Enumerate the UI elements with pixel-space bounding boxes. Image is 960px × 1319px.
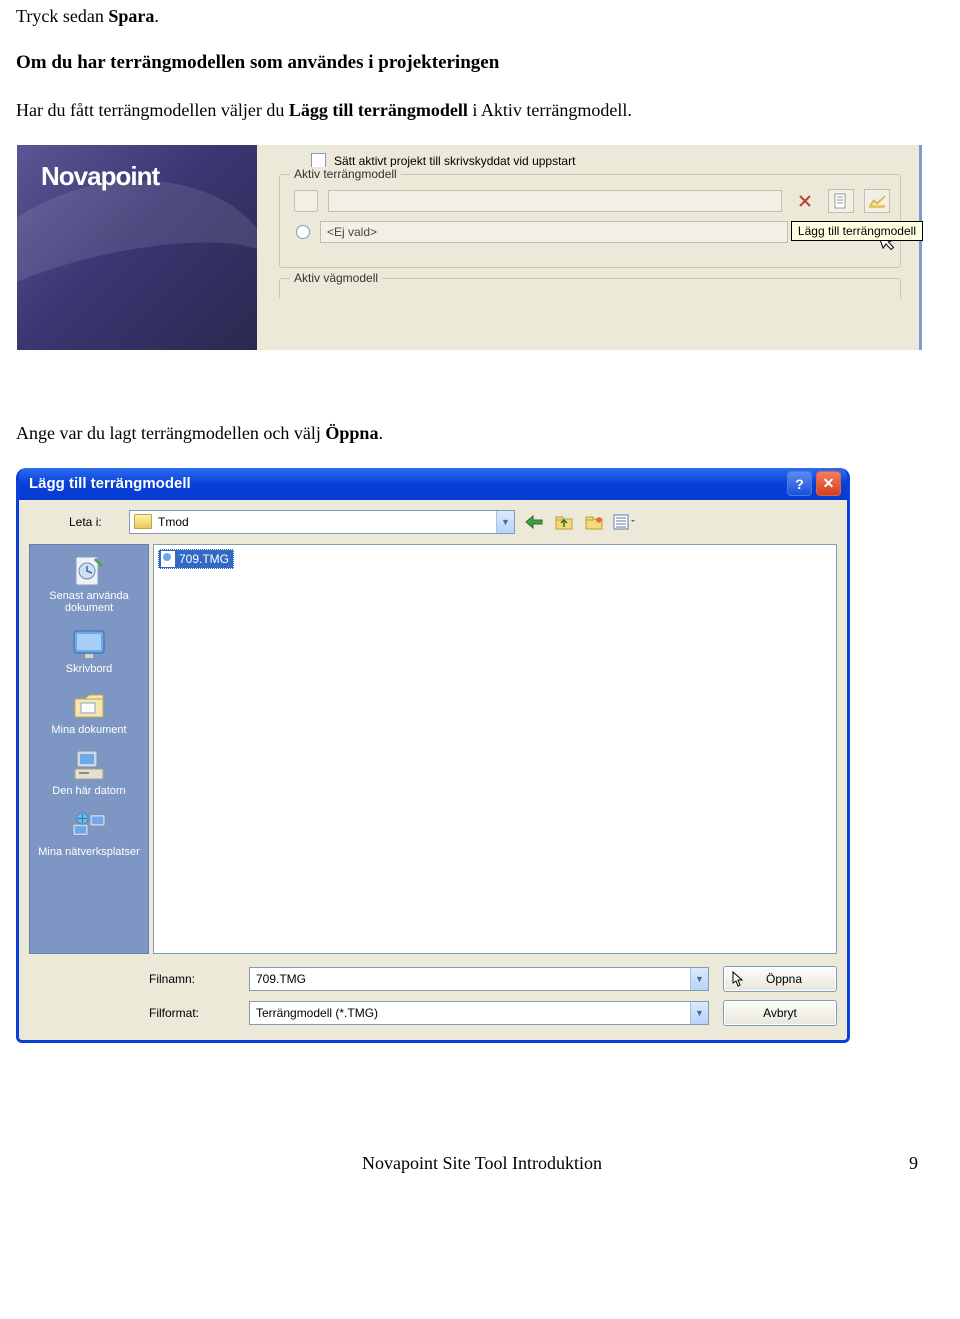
cancel-button-label: Avbryt <box>763 1006 797 1020</box>
set-readonly-label: Sätt aktivt projekt till skrivskyddat vi… <box>334 154 575 168</box>
text-bold: Öppna <box>325 423 378 443</box>
terrain-model-field[interactable] <box>328 190 782 212</box>
chevron-down-icon[interactable]: ▼ <box>496 511 514 533</box>
open-button-label: Öppna <box>758 972 802 986</box>
dialog-title: Lägg till terrängmodell <box>29 475 191 492</box>
place-mycomputer[interactable]: Den här datorn <box>30 744 148 805</box>
cursor-icon <box>732 971 744 987</box>
place-desktop[interactable]: Skrivbord <box>30 622 148 683</box>
text: . <box>154 6 159 26</box>
network-places-icon <box>71 810 107 844</box>
add-terrain-model-button[interactable] <box>864 189 890 213</box>
text: . <box>378 423 383 443</box>
filename-value: 709.TMG <box>256 972 306 986</box>
text-bold: Lägg till terrängmodell <box>289 100 468 120</box>
filename-input[interactable]: 709.TMG ▼ <box>249 967 709 991</box>
view-menu-icon[interactable] <box>613 512 635 532</box>
heading-terrain-model: Om du har terrängmodellen som användes i… <box>16 50 948 76</box>
place-network[interactable]: Mina nätverksplatser <box>30 805 148 866</box>
cancel-button[interactable]: Avbryt <box>723 1000 837 1026</box>
terrain-not-selected-field[interactable]: <Ej vald> <box>320 221 788 243</box>
page-footer: Novapoint Site Tool Introduktion 9 <box>16 1153 948 1174</box>
look-in-combo[interactable]: Tmod ▼ <box>129 510 515 534</box>
terrain-layers-icon <box>294 190 318 212</box>
file-icon <box>161 551 175 567</box>
fileformat-combo[interactable]: Terrängmodell (*.TMG) ▼ <box>249 1001 709 1025</box>
look-in-value: Tmod <box>158 515 490 529</box>
fileformat-label: Filformat: <box>149 1006 249 1020</box>
desktop-icon <box>71 627 107 661</box>
text: Ange var du lagt terrängmodellen och väl… <box>16 423 325 443</box>
my-documents-icon <box>71 688 107 722</box>
my-computer-icon <box>71 749 107 783</box>
chevron-down-icon[interactable]: ▼ <box>690 1002 708 1024</box>
titlebar-close-button[interactable]: ✕ <box>816 471 841 496</box>
place-mydocuments[interactable]: Mina dokument <box>30 683 148 744</box>
place-recent[interactable]: Senast använda dokument <box>30 549 148 622</box>
list-item-label: 709.TMG <box>179 552 229 566</box>
place-label: Mina nätverksplatser <box>38 846 140 858</box>
screenshot-novapoint-panel: Novapoint Sätt aktivt projekt till skriv… <box>16 144 948 351</box>
fileformat-value: Terrängmodell (*.TMG) <box>256 1006 378 1020</box>
tooltip-add-terrain: Lägg till terrängmodell <box>791 221 923 241</box>
open-button[interactable]: Öppna <box>723 966 837 992</box>
dialog-titlebar[interactable]: Lägg till terrängmodell ? ✕ <box>19 468 847 500</box>
places-bar: Senast använda dokument Skrivbord Mina d… <box>29 544 149 954</box>
open-file-dialog: Lägg till terrängmodell ? ✕ Leta i: Tmod… <box>16 468 850 1043</box>
place-label: Den här datorn <box>52 785 125 797</box>
group2-title: Aktiv vägmodell <box>290 271 382 285</box>
page-number: 9 <box>909 1153 918 1174</box>
up-one-level-icon[interactable] <box>553 512 575 532</box>
set-readonly-checkbox[interactable] <box>311 153 326 168</box>
text: i Aktiv terrängmodell. <box>468 100 632 120</box>
terrain-not-selected-label: <Ej vald> <box>327 225 377 239</box>
file-icon[interactable] <box>828 189 854 213</box>
new-folder-icon[interactable] <box>583 512 605 532</box>
text: Tryck sedan <box>16 6 108 26</box>
titlebar-help-button[interactable]: ? <box>787 471 812 496</box>
paragraph-press-save: Tryck sedan Spara. <box>16 4 948 28</box>
place-label: Senast använda dokument <box>34 590 144 614</box>
footer-text: Novapoint Site Tool Introduktion <box>362 1153 602 1173</box>
chevron-down-icon[interactable]: ▼ <box>690 968 708 990</box>
recent-documents-icon <box>71 554 107 588</box>
delete-icon[interactable] <box>792 189 818 213</box>
folder-icon <box>134 514 152 529</box>
text-bold: Spara <box>108 6 154 26</box>
terrain-radio[interactable] <box>296 225 310 239</box>
list-item[interactable]: 709.TMG <box>158 549 234 569</box>
back-icon[interactable] <box>523 512 545 532</box>
paragraph-choose-add: Har du fått terrängmodellen väljer du Lä… <box>16 98 948 122</box>
novapoint-sidebar: Novapoint <box>17 145 257 350</box>
group-active-road-model: Aktiv vägmodell <box>279 278 901 299</box>
filename-label: Filnamn: <box>149 972 249 986</box>
group-title: Aktiv terrängmodell <box>290 167 401 181</box>
text: Har du fått terrängmodellen väljer du <box>16 100 289 120</box>
file-list[interactable]: 709.TMG <box>153 544 837 954</box>
look-in-label: Leta i: <box>69 515 121 529</box>
place-label: Mina dokument <box>51 724 126 736</box>
paragraph-open: Ange var du lagt terrängmodellen och väl… <box>16 421 948 445</box>
place-label: Skrivbord <box>66 663 112 675</box>
